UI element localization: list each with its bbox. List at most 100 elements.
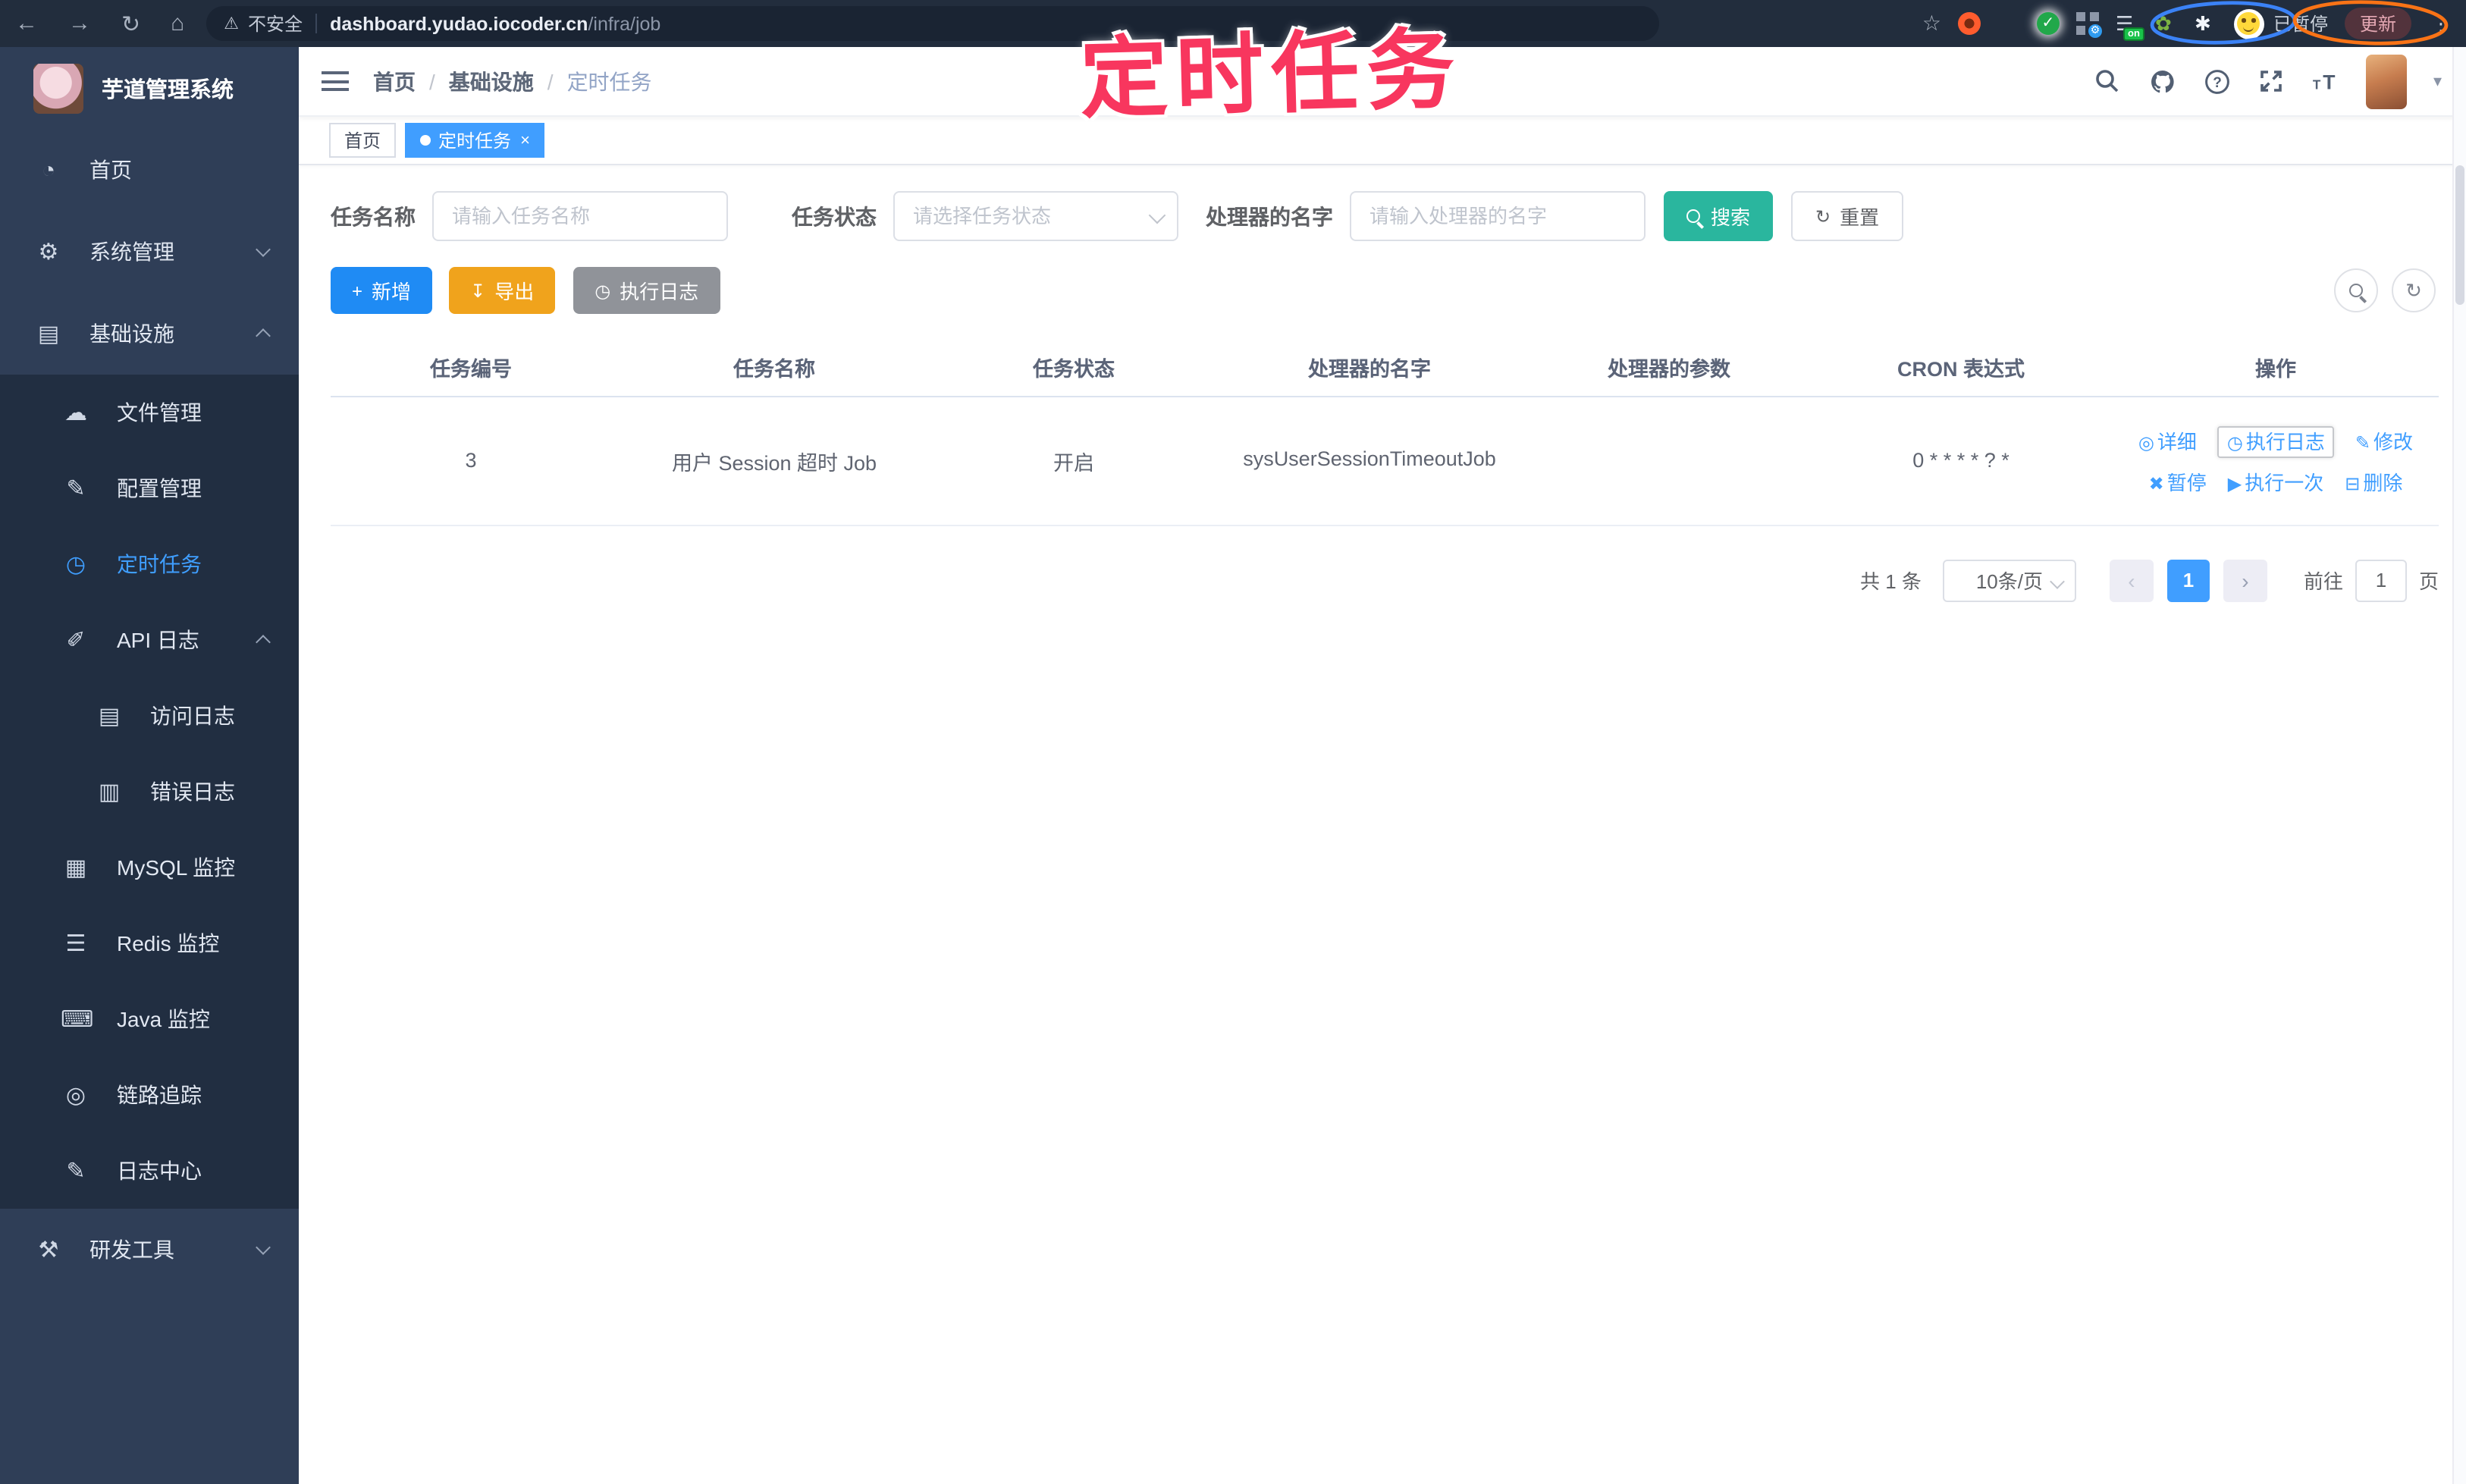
breadcrumb-infra[interactable]: 基础设施 [449, 66, 534, 96]
sidebar-item-label: 系统管理 [89, 240, 174, 264]
exec-log-button[interactable]: ◷ 执行日志 [573, 267, 720, 314]
sidebar-item-label: Redis 监控 [117, 931, 220, 955]
tag-label: 定时任务 [438, 130, 512, 152]
breadcrumb: 首页 / 基础设施 / 定时任务 [373, 66, 652, 96]
sidebar-item-config-manage[interactable]: ✎ 配置管理 [0, 450, 299, 526]
sidebar-item-java-monitor[interactable]: ⌨ Java 监控 [0, 981, 299, 1057]
breadcrumb-home[interactable]: 首页 [373, 66, 416, 96]
add-button[interactable]: + 新增 [331, 267, 433, 314]
layers-icon: ☰ [65, 931, 86, 957]
sidebar-item-redis-monitor[interactable]: ☰ Redis 监控 [0, 905, 299, 981]
database-icon: ▦ [64, 855, 87, 881]
modify-link[interactable]: ✎ 修改 [2355, 430, 2413, 453]
delete-link[interactable]: ⊟ 删除 [2345, 471, 2402, 494]
filter-form: 任务名称 任务状态 处理器的名字 搜索 ↻ [331, 191, 2439, 241]
col-cron: CRON 表达式 [1809, 338, 2113, 397]
help-icon[interactable]: ? [2203, 67, 2232, 96]
home-icon[interactable]: ⌂ [171, 11, 184, 36]
font-size-icon[interactable]: TT [2312, 67, 2341, 96]
extension-orange-icon[interactable] [1957, 12, 1981, 35]
url-host: dashboard.yudao.iocoder.cn [330, 13, 588, 34]
tag-home[interactable]: 首页 [329, 123, 397, 158]
handler-name-input[interactable] [1350, 191, 1646, 241]
search-icon [2349, 284, 2363, 297]
sidebar-item-mysql-monitor[interactable]: ▦ MySQL 监控 [0, 830, 299, 905]
page-size-select[interactable]: 10条/页 [1942, 559, 2076, 601]
prev-page-button[interactable]: ‹ [2109, 559, 2154, 601]
github-icon[interactable] [2148, 67, 2177, 96]
sidebar-item-system[interactable]: ⚙ 系统管理 [0, 211, 299, 293]
divider [315, 14, 317, 33]
extension-list-icon[interactable]: ☰ on [2116, 12, 2144, 41]
search-button[interactable]: 搜索 [1664, 191, 1774, 241]
profile-paused-chip[interactable]: 已暂停 [2233, 8, 2328, 39]
extension-plant-icon[interactable]: ✿ [2155, 12, 2178, 35]
sidebar-item-infra[interactable]: ▤ 基础设施 [0, 293, 299, 375]
search-icon[interactable] [2094, 67, 2122, 96]
export-button[interactable]: ↧ 导出 [449, 267, 556, 314]
security-label[interactable]: 不安全 [248, 11, 303, 36]
extension-grid-icon[interactable]: ⚙ [2075, 12, 2102, 38]
fullscreen-icon[interactable] [2257, 67, 2286, 96]
job-name-label: 任务名称 [331, 204, 416, 228]
scrollbar-thumb[interactable] [2455, 165, 2464, 305]
refresh-icon: ↻ [1815, 206, 1831, 227]
svg-text:T: T [2314, 77, 2322, 92]
extension-pin-icon[interactable] [1997, 12, 2020, 35]
toggle-search-button[interactable] [2334, 268, 2378, 312]
timer-icon: ◷ [65, 552, 86, 578]
log-icon: ✐ [66, 628, 86, 654]
sidebar-item-dev-tools[interactable]: ⚒ 研发工具 [0, 1209, 299, 1291]
next-page-button[interactable]: › [2223, 559, 2267, 601]
extension-check-icon[interactable]: ✓ [2036, 12, 2060, 35]
x-icon: ✖ [2148, 472, 2164, 494]
tag-scheduled-jobs[interactable]: 定时任务 × [405, 123, 545, 158]
page-unit-label: 页 [2418, 570, 2439, 593]
pause-link[interactable]: ✖ 暂停 [2149, 471, 2207, 494]
eye-icon: ◎ [65, 1083, 86, 1109]
job-status-select-input[interactable] [893, 191, 1178, 241]
app-logo-row[interactable]: 芋道管理系统 [0, 47, 299, 129]
sidebar-item-error-log[interactable]: ▥ 错误日志 [0, 754, 299, 830]
sidebar-item-api-log[interactable]: ✐ API 日志 [0, 602, 299, 678]
extensions-puzzle-icon[interactable]: ✱ [2195, 12, 2217, 35]
document-icon: ▤ [98, 704, 121, 729]
toolbox-icon: ⚒ [38, 1238, 59, 1263]
sidebar-item-scheduled-jobs[interactable]: ◷ 定时任务 [0, 526, 299, 602]
header-actions: ? TT ▾ [2094, 54, 2442, 108]
refresh-button[interactable]: ↻ [2392, 268, 2436, 312]
reload-icon[interactable]: ↻ [121, 10, 140, 37]
collapse-sidebar-icon[interactable] [322, 71, 349, 91]
run-once-link[interactable]: ▶ 执行一次 [2228, 471, 2324, 494]
current-page[interactable]: 1 [2166, 559, 2210, 601]
chevron-down-icon [256, 1240, 271, 1255]
col-job-name: 任务名称 [611, 338, 937, 397]
log-center-icon: ✎ [66, 1159, 86, 1184]
row-exec-log-link[interactable]: ◷ 执行日志 [2217, 425, 2334, 457]
user-menu-caret-icon[interactable]: ▾ [2433, 71, 2442, 91]
browser-menu-icon[interactable]: ⋮ [2431, 11, 2451, 36]
job-name-input[interactable] [432, 191, 728, 241]
browser-nav: ← → ↻ ⌂ [15, 10, 184, 37]
reset-button[interactable]: ↻ 重置 [1791, 191, 1904, 241]
back-icon[interactable]: ← [15, 11, 38, 36]
sidebar-item-file-manage[interactable]: ☁ 文件管理 [0, 375, 299, 450]
sidebar-item-access-log[interactable]: ▤ 访问日志 [0, 678, 299, 754]
sidebar-item-log-center[interactable]: ✎ 日志中心 [0, 1133, 299, 1209]
bookmark-star-icon[interactable]: ☆ [1922, 11, 1941, 36]
close-icon[interactable]: × [520, 131, 530, 149]
detail-link[interactable]: ◎ 详细 [2138, 430, 2197, 453]
user-avatar[interactable] [2366, 54, 2408, 108]
sidebar-item-label: 研发工具 [89, 1238, 174, 1262]
search-icon [1686, 209, 1700, 223]
download-icon: ↧ [470, 280, 486, 301]
page-scrollbar[interactable] [2452, 47, 2466, 1484]
sidebar-item-trace[interactable]: ◎ 链路追踪 [0, 1057, 299, 1133]
tags-view: 首页 定时任务 × [299, 117, 2466, 165]
chrome-update-button[interactable]: 更新 [2344, 8, 2411, 39]
sidebar-item-home[interactable]: ◔ 首页 [0, 129, 299, 211]
forward-icon[interactable]: → [68, 11, 91, 36]
address-bar[interactable]: ⚠ 不安全 dashboard.yudao.iocoder.cn /infra/… [206, 6, 1659, 41]
goto-page-input[interactable] [2355, 559, 2407, 601]
job-status-select[interactable] [893, 191, 1178, 241]
